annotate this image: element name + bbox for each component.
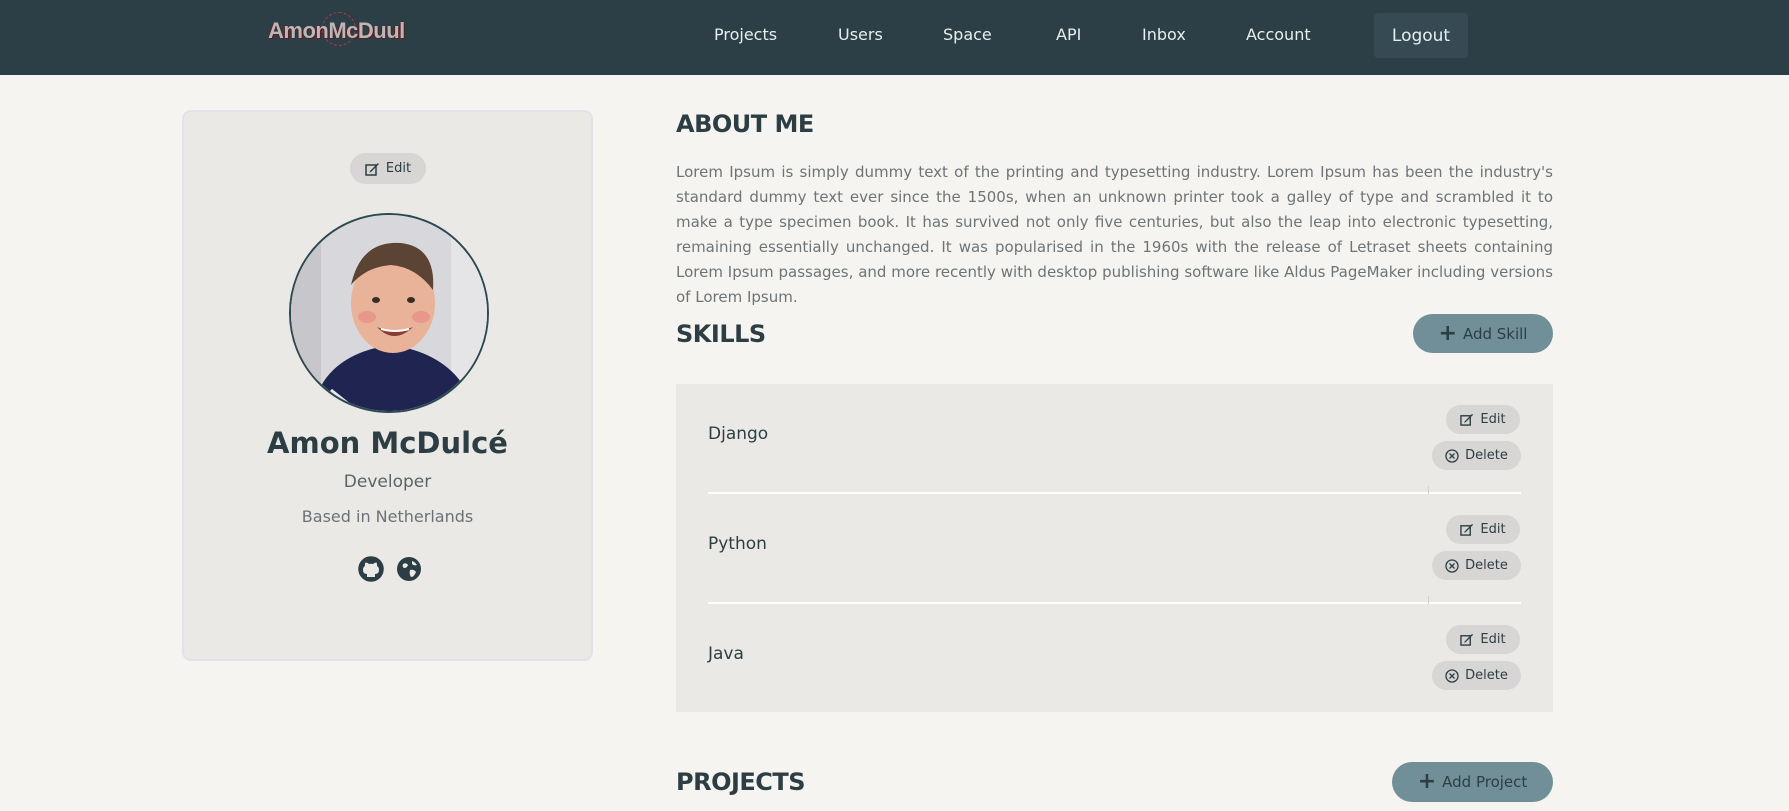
skill-edit-button[interactable]: Edit xyxy=(1446,405,1520,434)
globe-icon[interactable] xyxy=(396,556,422,582)
divider-tick xyxy=(1428,596,1429,604)
close-circle-icon xyxy=(1445,558,1459,573)
skill-edit-label: Edit xyxy=(1480,632,1506,647)
add-project-label: Add Project xyxy=(1442,773,1528,791)
skill-name: Java xyxy=(708,644,744,664)
profile-edit-label: Edit xyxy=(385,161,412,176)
avatar xyxy=(289,213,489,413)
skill-delete-button[interactable]: Delete xyxy=(1432,441,1521,470)
nav-link-space[interactable]: Space xyxy=(943,25,992,44)
profile-location: Based in Netherlands xyxy=(301,507,474,526)
skill-delete-label: Delete xyxy=(1465,668,1508,683)
plus-icon: + xyxy=(1438,320,1457,346)
nav-link-api[interactable]: API xyxy=(1056,25,1081,44)
about-title: ABOUT ME xyxy=(676,110,814,138)
close-circle-icon xyxy=(1445,448,1459,463)
list-item: Java Edit Delete xyxy=(708,604,1521,714)
skill-edit-button[interactable]: Edit xyxy=(1446,515,1520,544)
projects-title: PROJECTS xyxy=(676,768,806,796)
nav-link-users[interactable]: Users xyxy=(838,25,883,44)
skill-edit-button[interactable]: Edit xyxy=(1446,625,1520,654)
profile-name: Amon McDulcé xyxy=(267,426,508,460)
add-skill-button[interactable]: + Add Skill xyxy=(1413,314,1553,353)
skill-name: Python xyxy=(708,534,767,554)
list-item: Django Edit Delete xyxy=(708,384,1521,494)
about-text: Lorem Ipsum is simply dummy text of the … xyxy=(676,163,1553,306)
top-navbar: AmonMcDuul Projects Users Space API Inbo… xyxy=(0,0,1789,75)
edit-icon xyxy=(1460,413,1474,426)
skill-edit-label: Edit xyxy=(1480,412,1506,427)
edit-icon xyxy=(1460,633,1474,646)
skills-title: SKILLS xyxy=(676,320,766,348)
list-item: Python Edit Delete xyxy=(708,494,1521,604)
nav-link-inbox[interactable]: Inbox xyxy=(1142,25,1186,44)
profile-edit-button[interactable]: Edit xyxy=(350,153,426,184)
skills-list: Django Edit Delete Python Edit Delete Ja… xyxy=(676,384,1553,712)
add-skill-label: Add Skill xyxy=(1462,324,1528,343)
close-circle-icon xyxy=(1445,668,1459,683)
divider-tick xyxy=(1428,486,1429,494)
github-icon[interactable] xyxy=(358,556,384,582)
skill-name: Django xyxy=(708,424,769,444)
skill-delete-label: Delete xyxy=(1465,448,1508,463)
profile-card: Edit Amon McDulcé Developer Based in Net… xyxy=(182,110,593,661)
edit-icon xyxy=(1460,523,1474,536)
nav-link-projects[interactable]: Projects xyxy=(714,25,777,44)
site-logo[interactable]: AmonMcDuul xyxy=(268,18,405,44)
skill-delete-button[interactable]: Delete xyxy=(1432,661,1521,690)
nav-link-account[interactable]: Account xyxy=(1246,25,1311,44)
skill-edit-label: Edit xyxy=(1480,522,1506,537)
profile-role: Developer xyxy=(343,472,432,492)
logout-button[interactable]: Logout xyxy=(1374,13,1468,58)
add-project-button[interactable]: + Add Project xyxy=(1392,762,1553,802)
edit-icon xyxy=(365,162,380,176)
plus-icon: + xyxy=(1417,769,1437,794)
skill-delete-button[interactable]: Delete xyxy=(1432,551,1521,580)
skill-delete-label: Delete xyxy=(1465,558,1508,573)
